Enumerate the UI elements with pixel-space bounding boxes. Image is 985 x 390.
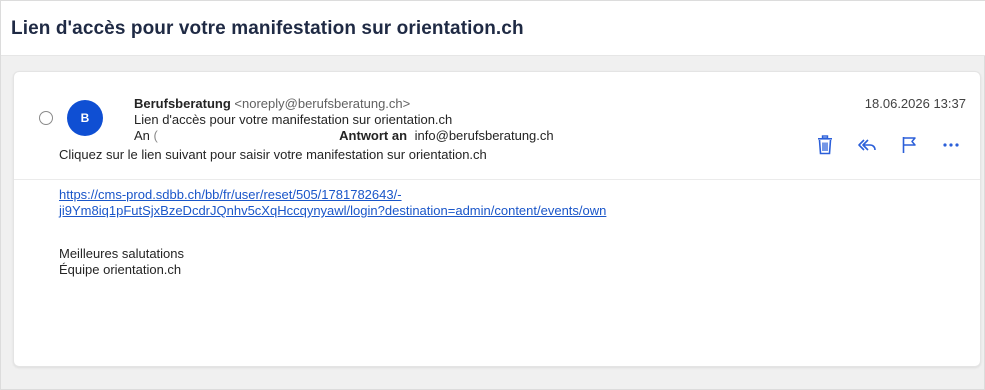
reset-link[interactable]: https://cms-prod.sdbb.ch/bb/fr/user/rese… [59,187,939,219]
reset-link-line1[interactable]: https://cms-prod.sdbb.ch/bb/fr/user/rese… [59,187,939,203]
reading-pane: Lien d'accès pour votre manifestation su… [0,0,985,390]
body-closing: Meilleures salutations Équipe orientatio… [59,246,184,278]
closing-signature: Équipe orientation.ch [59,262,182,277]
message-meta: Berufsberatung <noreply@berufsberatung.c… [134,96,774,144]
to-recipient[interactable]: ( [154,128,332,144]
subject-bar: Lien d'accès pour votre manifestation su… [1,1,985,56]
message-card[interactable]: B Berufsberatung <noreply@berufsberatung… [13,71,981,367]
body-intro: Cliquez sur le lien suivant pour saisir … [59,147,487,162]
recipients-line: An ( Antwort an info@berufsberatung.ch [134,128,774,144]
closing-greeting: Meilleures salutations [59,246,185,261]
flag-button[interactable] [894,132,924,158]
conversation-subject: Lien d'accès pour votre manifestation su… [11,18,524,39]
sender-line: Berufsberatung <noreply@berufsberatung.c… [134,96,774,112]
to-label: An [134,128,150,143]
reset-link-line2[interactable]: ji9Ym8iq1pFutSjxBzeDcdrJQnhv5cXqHccqynya… [59,203,939,219]
select-message-radio[interactable] [39,111,53,125]
more-options-button[interactable] [936,132,966,158]
sender-avatar[interactable]: B [67,100,103,136]
delete-button[interactable] [810,132,840,158]
reply-all-icon [858,139,876,151]
delete-icon [818,135,832,155]
sender-name[interactable]: Berufsberatung [134,96,231,111]
more-icon [943,143,959,147]
message-header: B Berufsberatung <noreply@berufsberatung… [14,72,980,180]
sender-email[interactable]: <noreply@berufsberatung.ch> [234,96,410,111]
reply-to-address[interactable]: info@berufsberatung.ch [415,128,554,143]
message-date: 18.06.2026 13:37 [864,96,966,111]
reply-to-label: Antwort an [339,128,408,143]
message-subject: Lien d'accès pour votre manifestation su… [134,112,453,127]
flag-icon [902,137,916,153]
message-actions [798,132,966,158]
reply-all-button[interactable] [852,132,882,158]
